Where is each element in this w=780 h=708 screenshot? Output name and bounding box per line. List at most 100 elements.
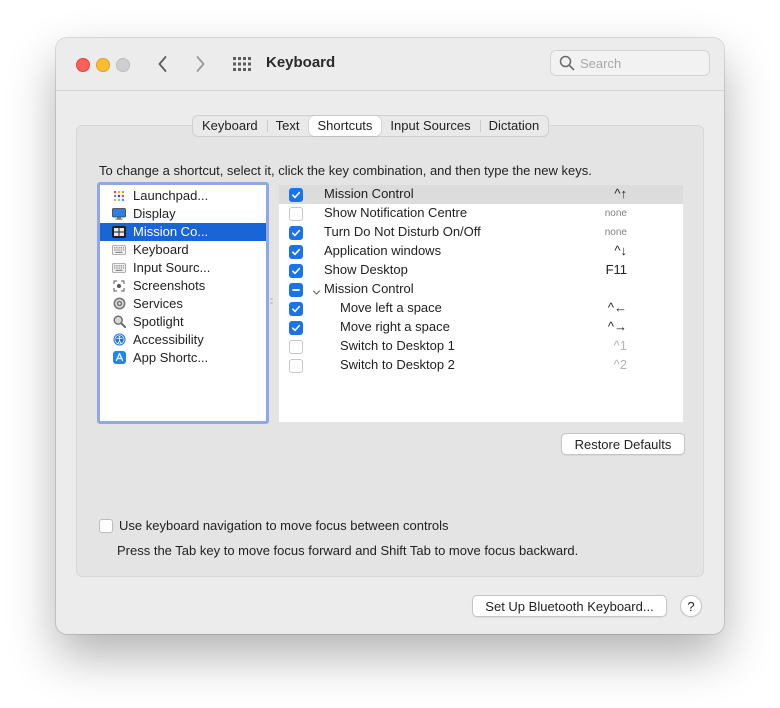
shortcut-key[interactable]: ^1 <box>614 338 627 353</box>
shortcut-name: Mission Control <box>324 186 414 201</box>
app-store-icon <box>112 351 126 364</box>
category-item[interactable]: Accessibility <box>100 331 266 349</box>
shortcut-name: Switch to Desktop 1 <box>340 338 455 353</box>
preferences-window: Keyboard KeyboardTextShortcutsInput Sour… <box>56 38 724 634</box>
category-item[interactable]: Spotlight <box>100 313 266 331</box>
shortcut-row[interactable]: Show Desktop F11 <box>279 261 683 280</box>
shortcut-key[interactable]: none <box>605 227 627 238</box>
category-item[interactable]: Services <box>100 295 266 313</box>
category-label: App Shortc... <box>133 350 209 365</box>
shortcut-name: Show Notification Centre <box>324 205 468 220</box>
category-item[interactable]: Screenshots <box>100 277 266 295</box>
tab-keyboard[interactable]: Keyboard <box>193 116 267 136</box>
shortcut-name: Move left a space <box>340 300 442 315</box>
category-label: Services <box>133 296 183 311</box>
shortcut-name: Switch to Desktop 2 <box>340 357 455 372</box>
gear-icon <box>112 297 126 310</box>
bluetooth-setup-button[interactable]: Set Up Bluetooth Keyboard... <box>472 595 667 617</box>
tab-dictation[interactable]: Dictation <box>479 116 549 136</box>
shortcut-row[interactable]: Move left a space ^← <box>279 299 683 318</box>
shortcut-row[interactable]: Mission Control ^↑ <box>279 185 683 204</box>
keyboard-navigation-label[interactable]: Use keyboard navigation to move focus be… <box>119 518 449 533</box>
category-item[interactable]: Mission Co... <box>100 223 266 241</box>
tab-bar: Keyboard Text Shortcuts Input Sources Dictat… <box>192 115 550 137</box>
shortcut-key[interactable]: none <box>605 208 627 219</box>
chevron-left-icon <box>158 56 167 72</box>
accessibility-icon <box>112 333 126 346</box>
category-label: Accessibility <box>133 332 204 347</box>
title-bar: Keyboard <box>56 38 724 91</box>
shortcut-row[interactable]: Show Notification Centre none <box>279 204 683 223</box>
magnifier-icon <box>112 315 126 328</box>
category-label: Input Sourc... <box>133 260 211 275</box>
shortcut-name: Move right a space <box>340 319 450 334</box>
shortcut-key[interactable]: ^→ <box>608 319 627 334</box>
shortcut-row[interactable]: Turn Do Not Disturb On/Off none <box>279 223 683 242</box>
input-sources-icon <box>112 261 126 274</box>
shortcut-key[interactable]: ^↓ <box>614 243 627 258</box>
instructions-text: To change a shortcut, select it, click t… <box>99 163 592 178</box>
keyboard-navigation-hint: Press the Tab key to move focus forward … <box>117 543 579 558</box>
shortcut-row[interactable]: Application windows ^↓ <box>279 242 683 261</box>
mission-control-icon <box>112 225 126 238</box>
category-label: Display <box>133 206 176 221</box>
shortcut-row[interactable]: Switch to Desktop 1 ^1 <box>279 337 683 356</box>
shortcut-checkbox[interactable] <box>289 226 303 240</box>
minimize-button[interactable] <box>96 58 110 72</box>
shortcut-name: Mission Control <box>324 281 414 296</box>
shortcut-checkbox[interactable] <box>289 302 303 316</box>
shortcut-checkbox[interactable] <box>289 188 303 202</box>
shortcut-group-row[interactable]: Mission Control <box>279 280 683 299</box>
shortcut-key[interactable]: ^2 <box>614 357 627 372</box>
search-field[interactable] <box>550 50 710 76</box>
tab-shortcuts[interactable]: Shortcuts <box>308 116 382 136</box>
shortcut-checkbox[interactable] <box>289 207 303 221</box>
window-title: Keyboard <box>266 54 336 71</box>
shortcut-checkbox[interactable] <box>289 245 303 259</box>
tab-text[interactable]: Text <box>266 116 309 136</box>
shortcut-key[interactable]: ^↑ <box>614 186 627 201</box>
category-item[interactable]: Input Sourc... <box>100 259 266 277</box>
shortcut-list[interactable]: Mission Control ^↑ Show Notification Centr… <box>279 185 683 422</box>
shortcut-row[interactable]: Switch to Desktop 2 ^2 <box>279 356 683 375</box>
zoom-button[interactable] <box>116 58 130 72</box>
category-label: Mission Co... <box>133 224 209 239</box>
disclosure-chevron-icon[interactable] <box>312 285 321 295</box>
shortcut-checkbox[interactable] <box>289 340 303 354</box>
shortcut-name: Application windows <box>324 243 442 258</box>
forward-button[interactable] <box>189 53 211 75</box>
close-button[interactable] <box>76 58 90 72</box>
category-item[interactable]: Display <box>100 205 266 223</box>
help-button[interactable]: ? <box>680 595 702 617</box>
tab-input-sources[interactable]: Input Sources <box>381 116 479 136</box>
show-all-button[interactable] <box>231 54 253 74</box>
shortcut-name: Turn Do Not Disturb On/Off <box>324 224 481 239</box>
shortcut-key[interactable]: F11 <box>606 262 627 277</box>
shortcut-checkbox[interactable] <box>289 283 303 297</box>
search-icon <box>559 55 575 71</box>
grid-icon <box>233 57 251 71</box>
keyboard-navigation-checkbox[interactable] <box>99 519 113 533</box>
splitter-handle[interactable] <box>270 298 273 304</box>
category-item[interactable]: Launchpad... <box>100 187 266 205</box>
category-item[interactable]: App Shortc... <box>100 349 266 367</box>
category-label: Keyboard <box>133 242 189 257</box>
shortcut-checkbox[interactable] <box>289 359 303 373</box>
shortcut-name: Show Desktop <box>324 262 408 277</box>
shortcut-checkbox[interactable] <box>289 321 303 335</box>
category-label: Spotlight <box>133 314 184 329</box>
category-list[interactable]: Launchpad... Display Mission Co... Keyboard… <box>97 182 269 424</box>
launchpad-icon <box>112 189 126 202</box>
search-input[interactable] <box>580 54 700 72</box>
restore-defaults-button[interactable]: Restore Defaults <box>561 433 685 455</box>
screenshot-icon <box>112 279 126 292</box>
back-button[interactable] <box>152 53 174 75</box>
category-label: Launchpad... <box>133 188 209 203</box>
display-icon <box>112 207 126 220</box>
chevron-right-icon <box>196 56 205 72</box>
category-item[interactable]: Keyboard <box>100 241 266 259</box>
shortcut-key[interactable]: ^← <box>608 300 627 315</box>
shortcut-checkbox[interactable] <box>289 264 303 278</box>
shortcut-row[interactable]: Move right a space ^→ <box>279 318 683 337</box>
keyboard-icon <box>112 243 126 256</box>
